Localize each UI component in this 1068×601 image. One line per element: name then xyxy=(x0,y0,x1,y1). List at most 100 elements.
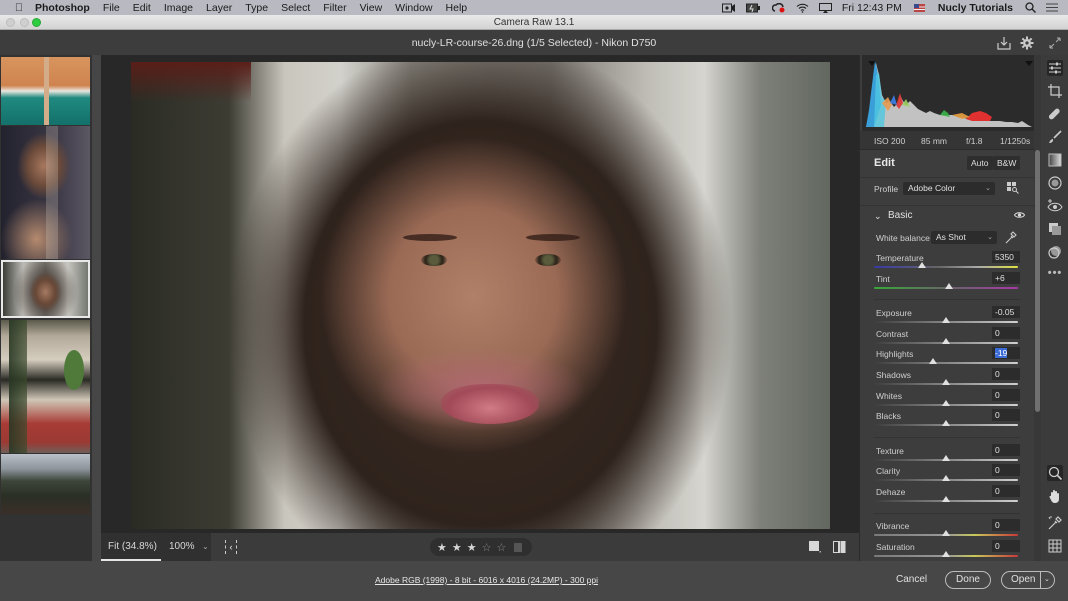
open-options-chevron-icon[interactable]: ⌄ xyxy=(1044,572,1050,588)
slider-handle[interactable] xyxy=(942,317,950,323)
close-window-button[interactable] xyxy=(6,18,15,27)
filmstrip-thumbnail[interactable] xyxy=(1,126,90,259)
slider-handle[interactable] xyxy=(942,379,950,385)
profile-dropdown[interactable]: Adobe Color ⌄ xyxy=(903,182,995,195)
profile-browser-icon[interactable] xyxy=(1007,182,1019,194)
battery-icon[interactable] xyxy=(745,3,762,13)
star-empty-icon[interactable]: ☆ xyxy=(482,541,492,554)
menu-select[interactable]: Select xyxy=(281,2,310,14)
slider-handle[interactable] xyxy=(942,420,950,426)
save-image-icon[interactable] xyxy=(997,36,1011,50)
spotlight-search-icon[interactable] xyxy=(1025,2,1036,13)
trash-icon[interactable] xyxy=(514,542,523,552)
color-sampler-icon[interactable] xyxy=(1047,515,1063,531)
filmstrip-thumbnail[interactable] xyxy=(1,57,90,125)
more-options-icon[interactable]: ••• xyxy=(1047,265,1063,281)
red-eye-icon[interactable] xyxy=(1047,198,1063,214)
slider-value-input[interactable]: 0 xyxy=(992,368,1020,380)
slider-value-input[interactable]: 0 xyxy=(992,540,1020,552)
slider-value-input[interactable]: 0 xyxy=(992,444,1020,456)
slider-handle[interactable] xyxy=(944,283,953,289)
toggle-filmstrip-icon[interactable]: ‹ xyxy=(225,540,237,554)
auto-button[interactable]: Auto xyxy=(967,156,993,170)
chevron-down-icon[interactable]: ⌄ xyxy=(874,211,882,222)
slider-value-input[interactable]: 0 xyxy=(992,327,1020,339)
menu-type[interactable]: Type xyxy=(245,2,268,14)
slider-handle[interactable] xyxy=(942,455,950,461)
wifi-icon[interactable] xyxy=(796,3,809,13)
fullscreen-toggle-icon[interactable] xyxy=(1048,36,1062,50)
single-view-icon[interactable] xyxy=(809,541,821,553)
slider-value-input[interactable]: 0 xyxy=(992,409,1020,421)
panel-scrollbar-thumb[interactable] xyxy=(1035,150,1040,412)
star-rating[interactable]: ★ ★ ★ ☆ ☆ xyxy=(430,538,532,556)
chevron-down-icon[interactable]: ⌄ xyxy=(202,542,209,551)
slider-handle[interactable] xyxy=(917,262,926,268)
flag-icon[interactable] xyxy=(913,3,925,12)
slider-handle[interactable] xyxy=(942,496,950,502)
star-empty-icon[interactable]: ☆ xyxy=(497,541,507,554)
star-icon[interactable]: ★ xyxy=(452,541,462,554)
menu-user-name[interactable]: Nucly Tutorials xyxy=(938,2,1013,14)
open-button-label[interactable]: Open xyxy=(1011,574,1035,585)
settings-gear-icon[interactable] xyxy=(1020,36,1034,50)
grid-overlay-icon[interactable] xyxy=(1047,538,1063,554)
before-after-view-icon[interactable] xyxy=(833,541,846,553)
fit-zoom-button[interactable]: Fit (34.8%) xyxy=(101,533,161,561)
slider-value-input[interactable]: 0 xyxy=(992,464,1020,476)
slider-value-input[interactable]: +6 xyxy=(992,272,1020,284)
slider-track[interactable] xyxy=(874,266,1018,268)
image-canvas[interactable] xyxy=(101,55,859,533)
filmstrip-thumbnail[interactable] xyxy=(1,320,90,453)
fullscreen-window-button[interactable] xyxy=(32,18,41,27)
slider-handle[interactable] xyxy=(942,530,950,536)
healing-icon[interactable] xyxy=(1047,106,1063,122)
crop-icon[interactable] xyxy=(1047,83,1063,99)
hand-tool-icon[interactable] xyxy=(1047,488,1063,504)
black-white-button[interactable]: B&W xyxy=(993,156,1021,170)
zoom-tool-icon[interactable] xyxy=(1047,465,1063,481)
white-balance-dropdown[interactable]: As Shot ⌄ xyxy=(931,231,997,244)
creative-cloud-icon[interactable] xyxy=(771,2,786,13)
done-button[interactable]: Done xyxy=(945,571,991,589)
open-button[interactable]: Open ⌄ xyxy=(1001,571,1055,589)
slider-handle[interactable] xyxy=(942,475,950,481)
slider-value-input[interactable]: 0 xyxy=(992,519,1020,531)
slider-handle[interactable] xyxy=(942,338,950,344)
menu-app-photoshop[interactable]: Photoshop xyxy=(35,2,90,14)
linear-gradient-icon[interactable] xyxy=(1047,152,1063,168)
presets-icon[interactable] xyxy=(1047,244,1063,260)
menu-clock[interactable]: Fri 12:43 PM xyxy=(842,2,902,14)
visibility-eye-icon[interactable] xyxy=(1014,211,1025,219)
cancel-button[interactable]: Cancel xyxy=(896,574,927,585)
menu-layer[interactable]: Layer xyxy=(206,2,232,14)
slider-value-input[interactable]: -0.05 xyxy=(992,306,1020,318)
slider-value-input[interactable]: -19 xyxy=(992,347,1020,359)
slider-value-input[interactable]: 0 xyxy=(992,389,1020,401)
airplay-icon[interactable] xyxy=(818,2,832,13)
slider-track[interactable] xyxy=(874,362,1018,364)
notification-center-icon[interactable] xyxy=(1046,3,1058,12)
basic-section-header[interactable]: ⌄ Basic xyxy=(860,205,1035,225)
star-icon[interactable]: ★ xyxy=(437,541,447,554)
star-icon[interactable]: ★ xyxy=(467,541,477,554)
edit-sliders-icon[interactable] xyxy=(1047,60,1063,76)
filmstrip-divider[interactable] xyxy=(92,55,101,561)
slider-value-input[interactable]: 5350 xyxy=(992,251,1020,263)
menu-window[interactable]: Window xyxy=(395,2,432,14)
slider-handle[interactable] xyxy=(942,400,950,406)
apple-menu-icon[interactable]:  xyxy=(13,2,25,14)
filmstrip-thumbnail[interactable] xyxy=(1,454,90,514)
slider-value-input[interactable]: 0 xyxy=(992,485,1020,497)
radial-filter-icon[interactable] xyxy=(1047,175,1063,191)
brush-icon[interactable] xyxy=(1047,129,1063,145)
menu-file[interactable]: File xyxy=(103,2,120,14)
slider-handle[interactable] xyxy=(929,358,938,364)
menu-image[interactable]: Image xyxy=(164,2,193,14)
menu-edit[interactable]: Edit xyxy=(133,2,151,14)
menu-view[interactable]: View xyxy=(360,2,383,14)
slider-handle[interactable] xyxy=(942,551,950,557)
minimize-window-button[interactable] xyxy=(20,18,29,27)
white-balance-eyedropper-icon[interactable] xyxy=(1005,231,1017,244)
menu-help[interactable]: Help xyxy=(446,2,468,14)
